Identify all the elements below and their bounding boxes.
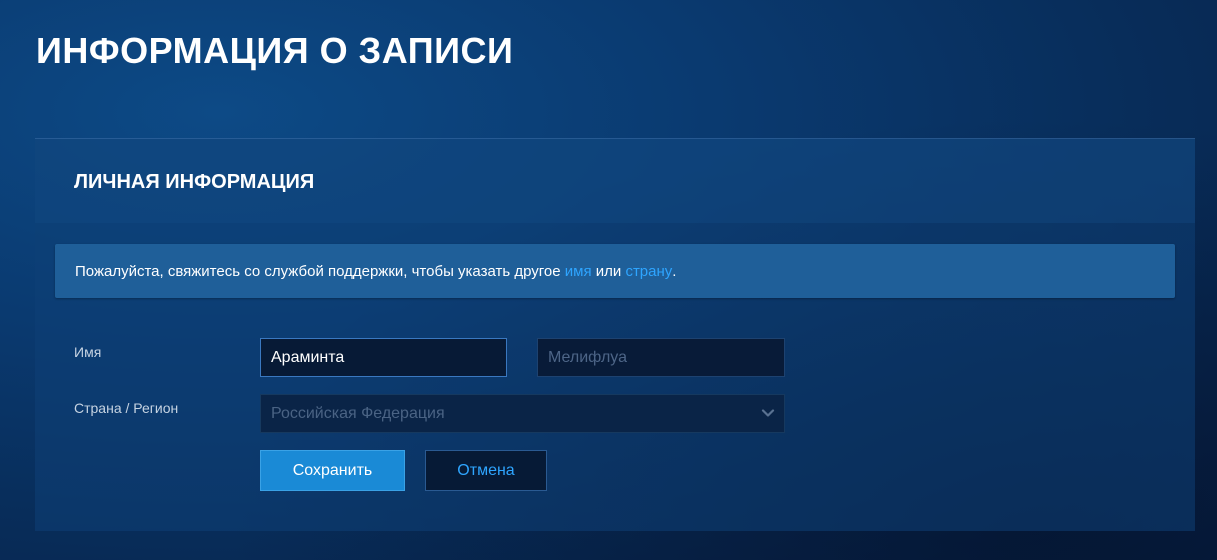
notice-link-name[interactable]: имя (565, 263, 592, 280)
section-title: ЛИЧНАЯ ИНФОРМАЦИЯ (74, 171, 315, 193)
last-name-input[interactable] (537, 338, 785, 377)
personal-info-card: ЛИЧНАЯ ИНФОРМАЦИЯ Пожалуйста, свяжитесь … (35, 138, 1195, 531)
support-notice: Пожалуйста, свяжитесь со службой поддерж… (55, 244, 1175, 298)
notice-link-country[interactable]: страну (625, 263, 672, 280)
name-label: Имя (74, 344, 102, 360)
chevron-down-icon (761, 409, 775, 417)
save-button[interactable]: Сохранить (260, 450, 405, 491)
notice-text-middle: или (591, 262, 626, 280)
notice-text-after: . (672, 262, 677, 280)
cancel-button[interactable]: Отмена (425, 450, 547, 491)
card-header: ЛИЧНАЯ ИНФОРМАЦИЯ (35, 139, 1195, 223)
country-select[interactable]: Российская Федерация (260, 394, 785, 433)
page-title: ИНФОРМАЦИЯ О ЗАПИСИ (36, 30, 514, 71)
first-name-input[interactable] (260, 338, 507, 377)
notice-text-before: Пожалуйста, свяжитесь со службой поддерж… (75, 262, 565, 280)
country-label: Страна / Регион (74, 400, 179, 416)
country-select-value: Российская Федерация (271, 404, 445, 422)
